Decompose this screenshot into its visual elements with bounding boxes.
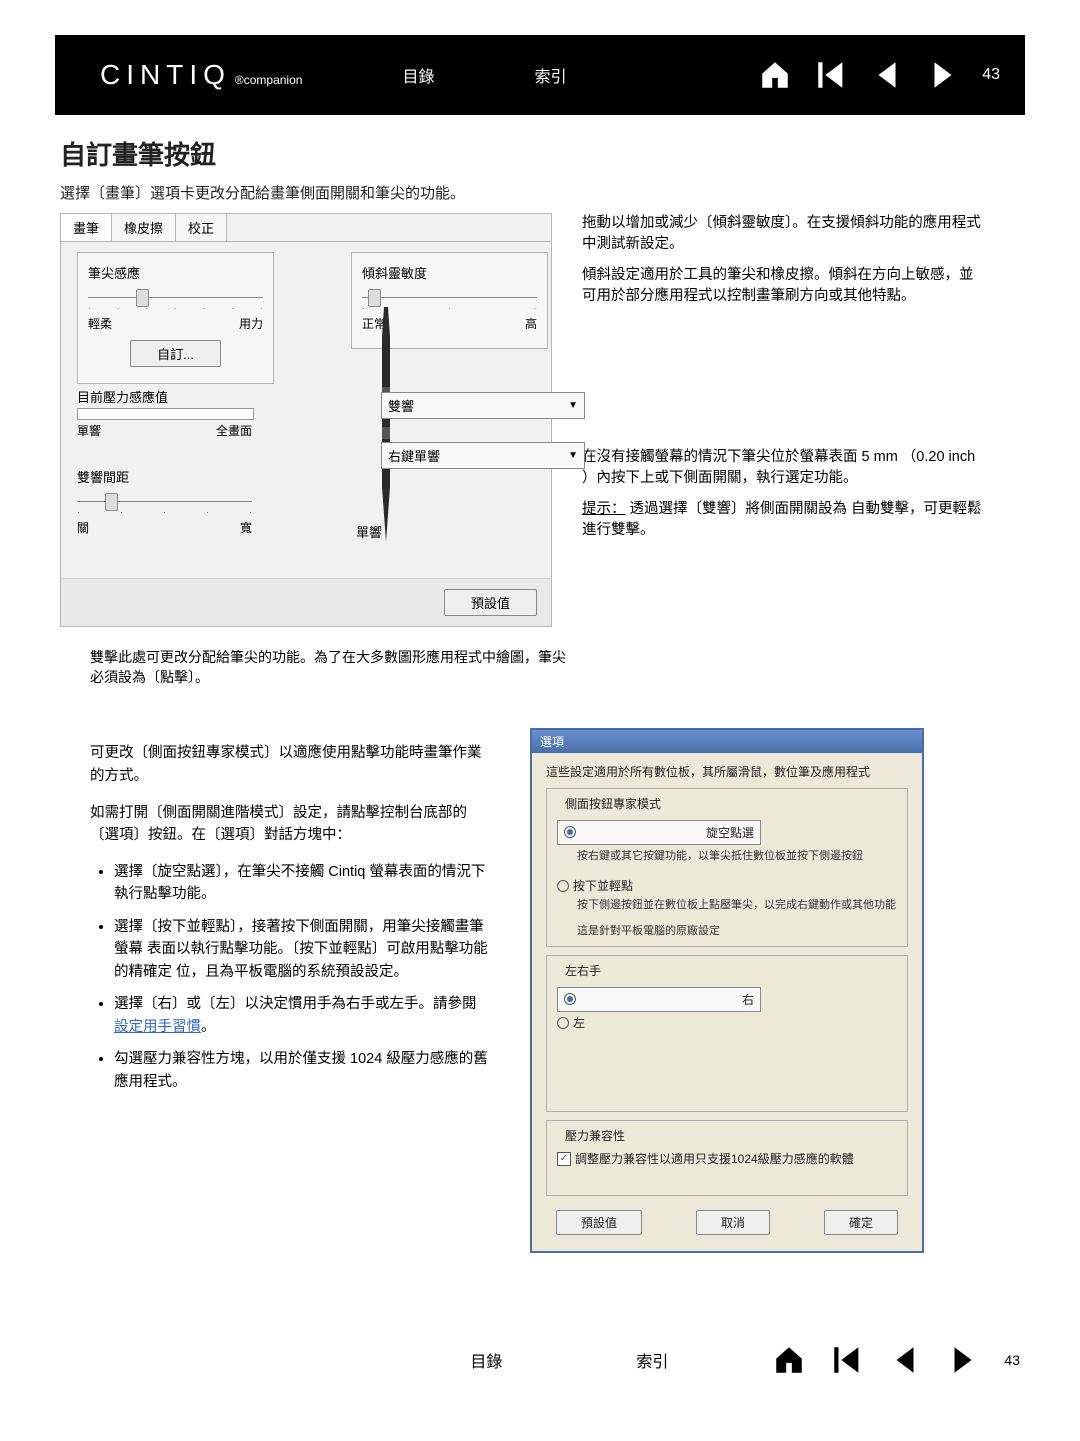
options-dialog: 選項 這些設定適用於所有數位板，其所屬滑鼠，數位筆及應用程式 側面按鈕專家模式 … <box>530 728 924 1253</box>
pen-settings-panel: 畫筆 橡皮擦 校正 筆尖感應 輕柔 用力 <box>60 213 552 627</box>
dialog-title: 選項 <box>532 730 922 753</box>
next-page-icon[interactable] <box>926 58 960 92</box>
grp-hand-title: 左右手 <box>561 962 605 979</box>
prev-page-icon[interactable] <box>888 1343 922 1377</box>
home-icon[interactable] <box>758 58 792 92</box>
page-title: 自訂畫筆按鈕 <box>60 135 1020 172</box>
tilt-slider[interactable] <box>362 292 537 302</box>
tip-firm-label: 用力 <box>239 315 263 332</box>
tip-feel-box: 筆尖感應 輕柔 用力 自訂... <box>77 252 274 384</box>
tip-click-label: 單響 <box>356 522 382 541</box>
para-tilt-2: 傾斜設定適用於工具的筆尖和橡皮擦。傾斜在方向上敏感，並可用於部分應用程式以控制畫… <box>582 265 982 307</box>
para-side-2: 提示： 透過選擇〔雙響〕將側面開關設為 自動雙擊，可更輕鬆進行雙擊。 <box>582 499 982 541</box>
tabs-row: 畫筆 橡皮擦 校正 <box>61 214 551 242</box>
radio-click-tap-note: 這是針對平板電腦的原廠設定 <box>577 922 897 938</box>
dlg-default-button[interactable]: 預設值 <box>556 1210 642 1235</box>
tab-pen[interactable]: 畫筆 <box>61 214 112 241</box>
radio-click-tap-desc: 按下側邊按鈕並在數位板上點壓筆尖，以完成右鍵動作或其他功能 <box>577 896 897 912</box>
checkbox-compat[interactable]: ✓調整壓力兼容性以適用只支援1024級壓力感應的軟體 <box>557 1150 897 1167</box>
para-side-1: 在沒有接觸螢幕的情況下筆尖位於螢幕表面 5 mm （0.20 inch ）內按下… <box>582 447 982 489</box>
click-label: 單響 <box>77 422 101 439</box>
footer-nav: 目錄 索引 43 <box>60 1343 1020 1377</box>
lower-p1: 可更改〔側面按鈕專家模式〕以適應使用點擊功能時畫筆作業的方式。 <box>90 742 490 787</box>
defaults-button[interactable]: 預設值 <box>444 589 537 616</box>
bullet-1: 選擇〔旋空點選〕，在筆尖不接觸 Cintiq 螢幕表面的情況下執行點擊功能。 <box>114 861 490 906</box>
page-number: 43 <box>982 66 1000 84</box>
grp-compat-title: 壓力兼容性 <box>561 1127 629 1144</box>
footer-page-number: 43 <box>1004 1352 1020 1368</box>
pressure-bar <box>77 408 254 420</box>
home-icon[interactable] <box>772 1343 806 1377</box>
logo-main: CINTIQ <box>100 59 231 91</box>
first-page-icon[interactable] <box>814 58 848 92</box>
footer-index-link[interactable]: 索引 <box>636 1348 668 1372</box>
radio-click-tap[interactable]: 按下並輕點 <box>557 877 897 894</box>
grp-side-mode-title: 側面按鈕專家模式 <box>561 795 665 812</box>
brand-logo: CINTIQ ®companion <box>100 59 302 91</box>
wide-label: 寬 <box>240 519 252 536</box>
radio-hover[interactable]: 旋空點選 <box>557 820 761 845</box>
bullet-4: 勾選壓力兼容性方塊，以用於僅支援 1024 級壓力感應的舊應用程式。 <box>114 1048 490 1093</box>
right-description: 拖動以增加或減少〔傾斜靈敏度〕。在支援傾斜功能的應用程式中測試新設定。 傾斜設定… <box>582 213 982 627</box>
upper-button-select[interactable]: 雙響 ▼ <box>381 392 585 419</box>
nav-toc-link[interactable]: 目錄 <box>402 63 434 87</box>
tip-feel-slider[interactable] <box>88 292 263 302</box>
tip-body: 透過選擇〔雙響〕將側面開關設為 自動雙擊，可更輕鬆進行雙擊。 <box>582 501 982 538</box>
top-header-bar: CINTIQ ®companion 目錄 索引 43 <box>55 35 1025 115</box>
lower-text-column: 可更改〔側面按鈕專家模式〕以適應使用點擊功能時畫筆作業的方式。 如需打開〔側面開… <box>90 728 490 1253</box>
radio-hover-desc: 按右鍵或其它按鍵功能，以筆尖抵住數位板並按下側邊按鈕 <box>577 847 897 863</box>
tip-soft-label: 輕柔 <box>88 315 112 332</box>
bullet-2: 選擇〔按下並輕點〕，接著按下側面開關，用筆尖接觸畫筆螢幕 表面以執行點擊功能。〔… <box>114 916 490 983</box>
current-pressure-label: 目前壓力感應值 <box>77 387 254 406</box>
dbl-click-label: 雙響間距 <box>77 467 252 486</box>
tab-eraser[interactable]: 橡皮擦 <box>112 214 176 241</box>
logo-sub: ®companion <box>235 73 303 87</box>
tip-prefix: 提示： <box>582 501 626 517</box>
page-subtitle: 選擇〔畫筆〕選項卡更改分配給畫筆側面開關和筆尖的功能。 <box>60 182 1020 203</box>
tip-dblclick-note: 雙擊此處可更改分配給筆尖的功能。為了在大多數圖形應用程式中繪圖，筆尖必須設為〔點… <box>90 647 570 688</box>
dlg-ok-button[interactable]: 確定 <box>824 1210 898 1235</box>
first-page-icon[interactable] <box>830 1343 864 1377</box>
prev-page-icon[interactable] <box>870 58 904 92</box>
tilt-high-label: 高 <box>525 315 537 332</box>
radio-left[interactable]: 左 <box>557 1014 897 1031</box>
para-tilt-1: 拖動以增加或減少〔傾斜靈敏度〕。在支援傾斜功能的應用程式中測試新設定。 <box>582 213 982 255</box>
dialog-desc: 這些設定適用於所有數位板，其所屬滑鼠，數位筆及應用程式 <box>546 763 908 780</box>
tip-feel-label: 筆尖感應 <box>88 263 263 282</box>
hand-pref-link[interactable]: 設定用手習慣 <box>114 1019 201 1035</box>
dlg-cancel-button[interactable]: 取消 <box>696 1210 770 1235</box>
off-label: 關 <box>77 519 89 536</box>
footer-toc-link[interactable]: 目錄 <box>470 1348 502 1372</box>
customize-button[interactable]: 自訂... <box>130 340 221 367</box>
lower-button-value: 右鍵單響 <box>388 446 440 465</box>
upper-button-value: 雙響 <box>388 396 414 415</box>
chevron-down-icon: ▼ <box>568 400 578 411</box>
dbl-click-slider[interactable] <box>77 496 252 506</box>
tab-calibrate[interactable]: 校正 <box>176 214 227 241</box>
bullet-3: 選擇〔右〕或〔左〕以決定慣用手為右手或左手。請參閱設定用手習慣。 <box>114 993 490 1038</box>
tilt-label: 傾斜靈敏度 <box>362 263 537 282</box>
nav-index-link[interactable]: 索引 <box>534 63 566 87</box>
lower-button-select[interactable]: 右鍵單響 ▼ <box>381 442 585 469</box>
full-label: 全畫面 <box>216 422 252 439</box>
next-page-icon[interactable] <box>946 1343 980 1377</box>
lower-p2: 如需打開〔側面開關進階模式〕設定，請點擊控制台底部的〔選項〕按鈕。在〔選項〕對話… <box>90 802 490 847</box>
nav-icon-group: 43 <box>758 58 1000 92</box>
chevron-down-icon: ▼ <box>568 450 578 461</box>
radio-right[interactable]: 右 <box>557 987 761 1012</box>
